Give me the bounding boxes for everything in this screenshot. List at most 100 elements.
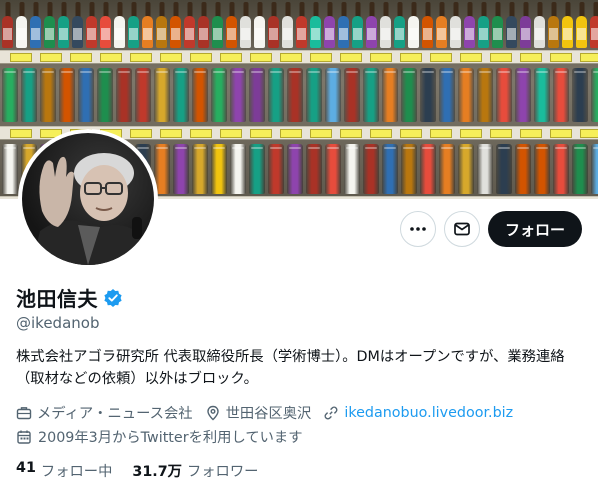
banner-can xyxy=(211,144,227,194)
banner-price-tag xyxy=(550,129,572,138)
banner-bottle xyxy=(506,2,517,48)
banner-can xyxy=(534,144,550,194)
calendar-icon xyxy=(17,430,31,444)
banner-price-tag xyxy=(250,129,272,138)
banner-bottle xyxy=(450,2,461,48)
following-count: 41 xyxy=(16,460,36,476)
banner-price-tag xyxy=(10,129,32,138)
banner-can xyxy=(192,144,208,194)
banner-price-tag xyxy=(40,53,62,62)
website-link[interactable]: ikedanobuo.livedoor.biz xyxy=(344,405,513,421)
following-link[interactable]: 41 フォロー中 xyxy=(16,460,112,481)
more-options-button[interactable] xyxy=(400,211,436,247)
banner-can xyxy=(363,68,379,122)
category-label: メディア・ニュース会社 xyxy=(37,406,193,422)
banner-can xyxy=(287,144,303,194)
banner-bottle xyxy=(100,2,111,48)
banner-can xyxy=(78,68,94,122)
banner-can xyxy=(553,68,569,122)
banner-price-tag xyxy=(100,53,122,62)
banner-bottle xyxy=(324,2,335,48)
banner-price-tag xyxy=(220,129,242,138)
banner-can xyxy=(287,68,303,122)
banner-can xyxy=(401,144,417,194)
website[interactable]: ikedanobuo.livedoor.biz xyxy=(323,405,513,421)
banner-can xyxy=(572,68,588,122)
banner-bottle xyxy=(184,2,195,48)
message-button[interactable] xyxy=(444,211,480,247)
banner-price-tag xyxy=(250,53,272,62)
banner-bottle xyxy=(240,2,251,48)
banner-bottle xyxy=(590,2,598,48)
banner-bottle xyxy=(408,2,419,48)
banner-can xyxy=(230,144,246,194)
banner-can xyxy=(306,144,322,194)
banner-bottle xyxy=(478,2,489,48)
banner-can xyxy=(306,68,322,122)
banner-bottle xyxy=(338,2,349,48)
banner-can xyxy=(515,68,531,122)
banner-price-tag xyxy=(430,129,452,138)
banner-can xyxy=(363,144,379,194)
more-horizontal-icon xyxy=(410,227,426,231)
banner-bottle xyxy=(562,2,573,48)
location: 世田谷区奥沢 xyxy=(205,402,311,423)
banner-can xyxy=(534,68,550,122)
banner-price-tag xyxy=(10,53,32,62)
banner-bottle xyxy=(128,2,139,48)
banner-can xyxy=(268,68,284,122)
banner-can xyxy=(382,144,398,194)
banner-can xyxy=(382,68,398,122)
banner-price-tag xyxy=(580,53,598,62)
follow-button[interactable]: フォロー xyxy=(488,211,582,247)
followers-count: 31.7万 xyxy=(132,464,182,480)
banner-can xyxy=(135,68,151,122)
banner-can xyxy=(477,144,493,194)
banner-bottle xyxy=(30,2,41,48)
banner-can xyxy=(420,68,436,122)
link-icon xyxy=(324,406,338,419)
banner-can xyxy=(439,68,455,122)
banner-can xyxy=(515,144,531,194)
banner-bottle xyxy=(86,2,97,48)
banner-price-tag xyxy=(460,53,482,62)
banner-price-tag xyxy=(190,53,212,62)
avatar[interactable] xyxy=(18,129,158,269)
banner-can xyxy=(249,144,265,194)
banner-bottle xyxy=(422,2,433,48)
join-date: 2009年3月からTwitterを利用しています xyxy=(16,426,303,447)
banner-can xyxy=(572,144,588,194)
follow-stats: 41 フォロー中 31.7万 フォロワー xyxy=(16,460,258,481)
banner-price-tag xyxy=(340,53,362,62)
banner-can xyxy=(249,68,265,122)
banner-bottle xyxy=(156,2,167,48)
banner-can xyxy=(420,144,436,194)
banner-bottle xyxy=(72,2,83,48)
banner-can xyxy=(40,68,56,122)
followers-link[interactable]: 31.7万 フォロワー xyxy=(132,460,258,481)
banner-price-tag xyxy=(550,53,572,62)
verified-badge-icon[interactable] xyxy=(103,288,123,308)
following-label: フォロー中 xyxy=(40,464,113,480)
banner-bottle xyxy=(198,2,209,48)
banner-can xyxy=(496,144,512,194)
banner-price-tag xyxy=(160,53,182,62)
banner-bottle xyxy=(534,2,545,48)
banner-price-rail xyxy=(0,50,598,64)
banner-bottle xyxy=(310,2,321,48)
banner-bottle xyxy=(492,2,503,48)
profile-bio: 株式会社アゴラ研究所 代表取締役所長（学術博士）。DMはオープンですが、業務連絡… xyxy=(16,349,565,387)
banner-can-row xyxy=(0,66,598,124)
banner-can xyxy=(154,68,170,122)
banner-can xyxy=(230,68,246,122)
banner-can xyxy=(97,68,113,122)
banner-price-tag xyxy=(130,53,152,62)
banner-bottle xyxy=(254,2,265,48)
banner-price-tag xyxy=(580,129,598,138)
banner-can xyxy=(173,68,189,122)
banner-can xyxy=(477,68,493,122)
banner-price-tag xyxy=(370,129,392,138)
banner-can xyxy=(21,68,37,122)
banner-price-tag xyxy=(370,53,392,62)
banner-price-tag xyxy=(520,53,542,62)
